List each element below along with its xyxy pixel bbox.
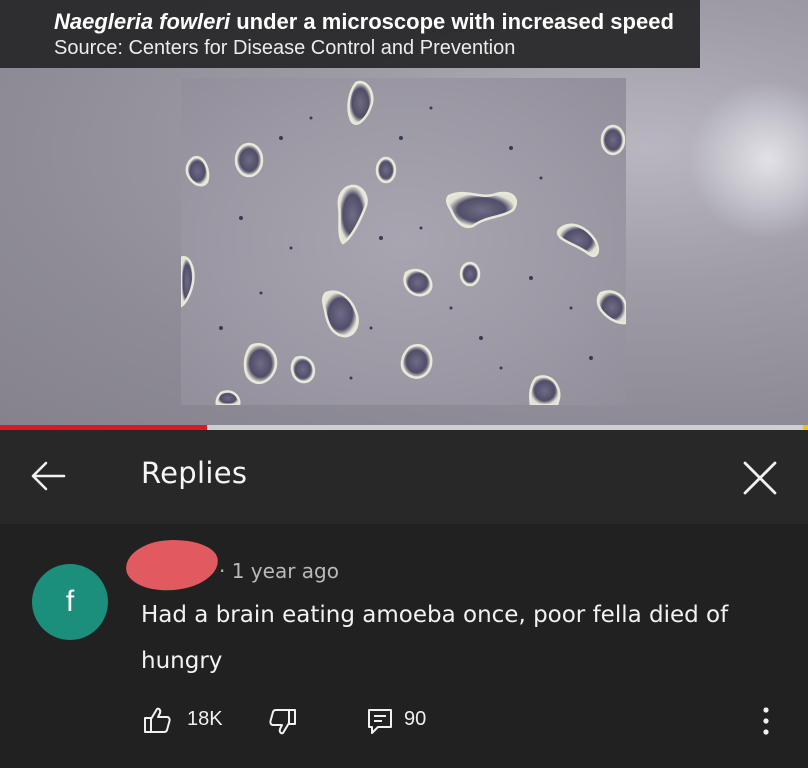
caption-species: Naegleria fowleri: [54, 9, 231, 34]
reply-button[interactable]: [366, 707, 394, 740]
replies-header: [0, 430, 808, 524]
comment-icon: [368, 709, 392, 734]
microscope-image: [181, 78, 626, 405]
video-player[interactable]: Naegleria fowleri under a microscope wit…: [0, 0, 808, 425]
like-count: 18K: [187, 708, 223, 730]
page-title: Replies: [141, 456, 248, 490]
close-button[interactable]: [740, 458, 780, 498]
thumbs-up-icon: [144, 707, 171, 733]
caption-source: Source: Centers for Disease Control and …: [54, 37, 516, 59]
arrow-left-icon: [31, 461, 66, 491]
comment-text: Had a brain eating amoeba once, poor fel…: [141, 602, 729, 674]
more-vertical-icon: [763, 707, 769, 735]
caption-title-rest: under a microscope with increased speed: [230, 9, 674, 34]
video-caption: Naegleria fowleri under a microscope wit…: [0, 0, 700, 68]
author-name-redaction: [124, 536, 220, 594]
close-icon: [743, 461, 777, 495]
avatar[interactable]: f: [32, 564, 108, 640]
background-glow: [688, 80, 808, 240]
thumbs-down-icon: [269, 709, 296, 735]
dislike-button[interactable]: [268, 708, 298, 741]
comment-timestamp: · 1 year ago: [219, 559, 339, 583]
more-options-button[interactable]: [760, 705, 772, 742]
caption-title: Naegleria fowleri under a microscope wit…: [54, 9, 674, 35]
back-button[interactable]: [28, 458, 68, 494]
amoeba-cells: [181, 80, 626, 405]
like-button[interactable]: [142, 706, 172, 739]
reply-count: 90: [404, 708, 427, 730]
